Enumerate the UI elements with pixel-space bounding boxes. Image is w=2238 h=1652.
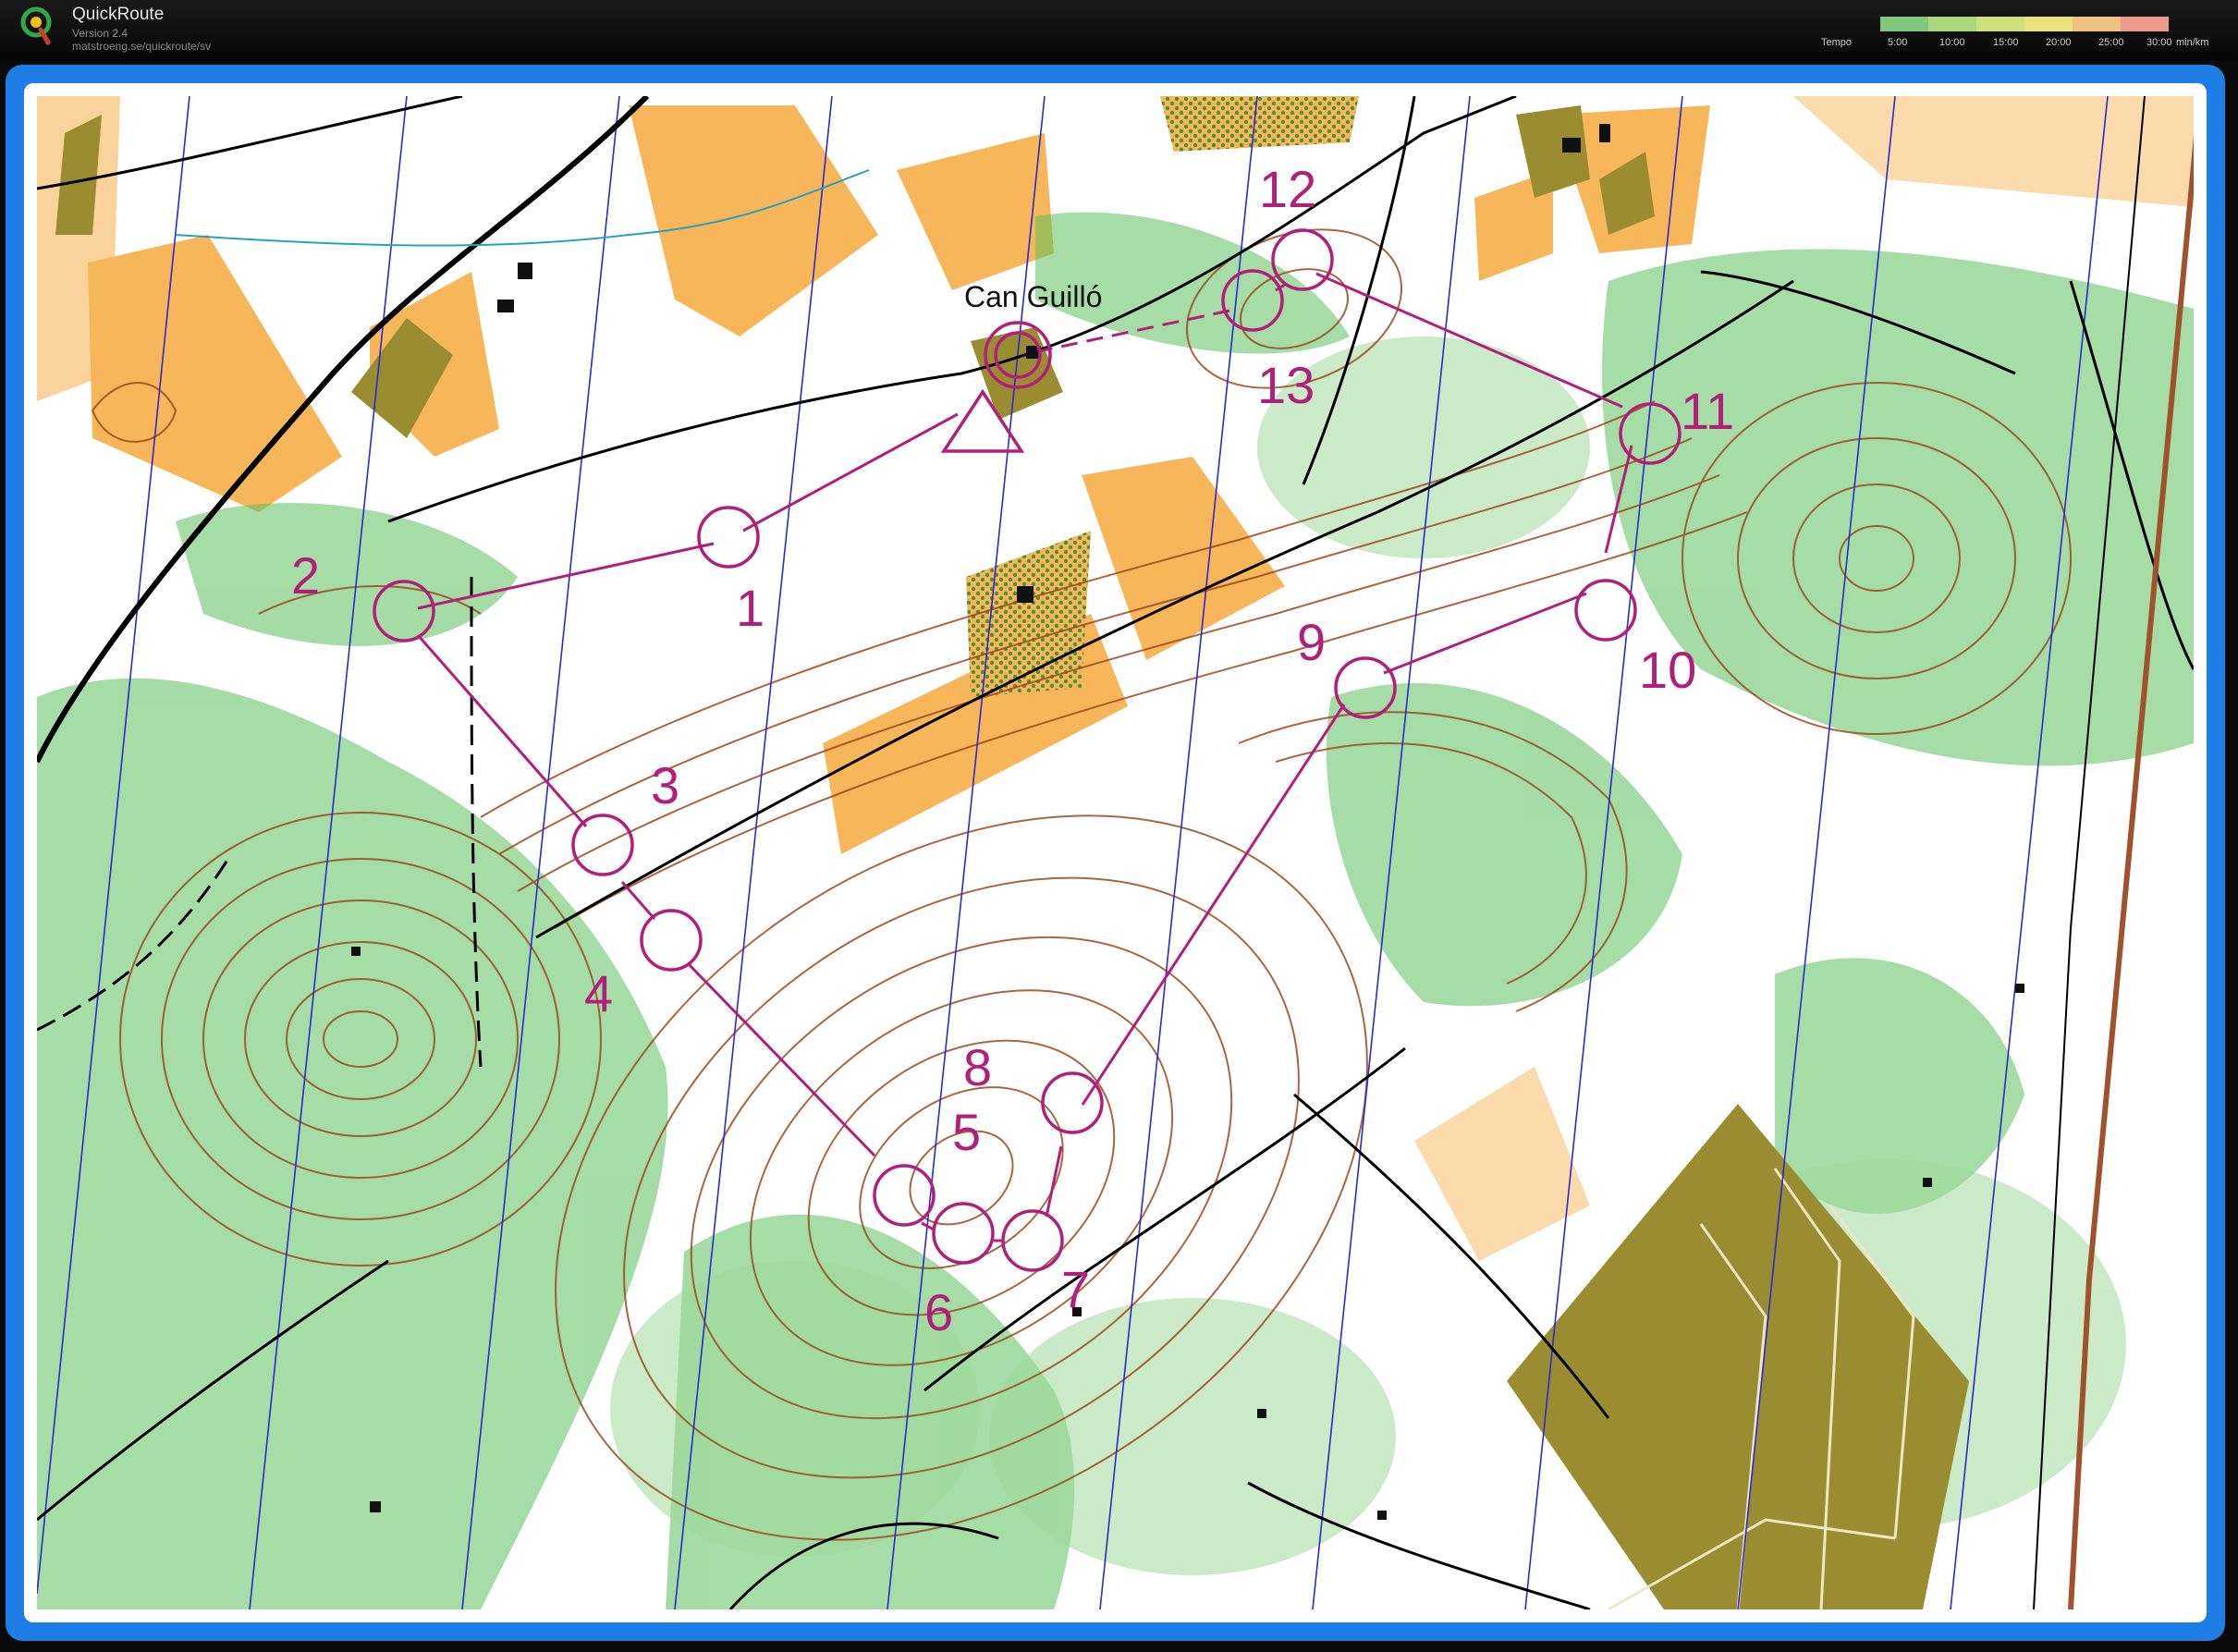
open-field <box>1793 96 2194 207</box>
pace-tick: 5:00 <box>1888 37 1908 48</box>
control-10[interactable] <box>1574 579 1637 642</box>
pace-color-segment <box>2121 17 2169 31</box>
control-12[interactable] <box>1271 228 1334 291</box>
control-4[interactable] <box>640 909 703 972</box>
control-number: 6 <box>924 1283 953 1341</box>
pace-color-segment <box>2024 17 2073 31</box>
course-leg <box>620 881 656 920</box>
control-number: 11 <box>1681 382 1734 440</box>
open-field <box>1082 457 1285 660</box>
control-number: 10 <box>1639 641 1696 699</box>
building <box>1562 138 1581 153</box>
place-name-label: Can Guilló <box>964 280 1102 313</box>
title-bar: QuickRoute Version 2.4 matstroeng.se/qui… <box>0 0 2238 61</box>
course-leg <box>742 412 959 532</box>
map-frame-inner: 1 2 3 4 5 6 7 8 9 10 11 12 13 Can Guilló <box>24 83 2207 1622</box>
open-field <box>1414 1067 1590 1261</box>
control-6[interactable] <box>932 1202 995 1265</box>
control-number: 2 <box>291 546 320 605</box>
building <box>1923 1178 1932 1187</box>
app-name: QuickRoute <box>72 5 165 24</box>
control-number: 3 <box>651 756 679 814</box>
app-url: matstroeng.se/quickroute/sv <box>72 40 212 53</box>
building <box>1017 586 1033 603</box>
pace-unit: min/km <box>2176 37 2209 48</box>
building <box>1257 1409 1266 1418</box>
pace-tick: 15:00 <box>1993 37 2019 48</box>
pace-color-segment <box>2073 17 2122 31</box>
pace-legend-title: Tempo <box>1821 37 1853 48</box>
forest-patch <box>989 1298 1396 1575</box>
course-leg <box>687 962 876 1157</box>
control-number: 1 <box>736 579 764 637</box>
map-canvas[interactable]: 1 2 3 4 5 6 7 8 9 10 11 12 13 Can Guilló <box>37 96 2194 1609</box>
app-version: Version 2.4 <box>72 27 128 40</box>
pace-color-segment <box>1976 17 2025 31</box>
pace-color-bar <box>1880 17 2169 31</box>
control-number: 4 <box>584 964 613 1022</box>
building <box>497 300 514 312</box>
course-leg <box>1045 1145 1063 1218</box>
open-field <box>88 235 342 512</box>
pace-color-segment <box>1928 17 1977 31</box>
forest-area <box>176 503 518 646</box>
building <box>370 1501 381 1512</box>
pace-legend: Tempo 5:00 10:00 15:00 20:00 25:00 30:00… <box>1821 13 2219 54</box>
pace-tick: 25:00 <box>2098 37 2124 48</box>
pace-tick: 10:00 <box>1939 37 1965 48</box>
orienteering-map[interactable]: 1 2 3 4 5 6 7 8 9 10 11 12 13 Can Guilló <box>37 96 2194 1609</box>
dotted-area <box>1160 96 1359 152</box>
building <box>1377 1511 1387 1520</box>
control-number: 12 <box>1259 160 1316 218</box>
open-field <box>897 133 1054 290</box>
control-number: 8 <box>963 1038 992 1096</box>
map-frame: 1 2 3 4 5 6 7 8 9 10 11 12 13 Can Guilló <box>6 65 2225 1641</box>
control-number: 13 <box>1257 356 1315 414</box>
course-leg <box>1081 704 1346 1106</box>
pace-tick: 20:00 <box>2046 37 2072 48</box>
pace-tick: 30:00 <box>2146 37 2172 48</box>
building <box>2015 984 2024 993</box>
building <box>1599 124 1610 142</box>
building <box>351 947 361 956</box>
pace-color-segment <box>1880 17 1929 31</box>
building <box>518 263 532 279</box>
olive-field <box>971 327 1063 420</box>
control-number: 9 <box>1297 613 1326 671</box>
control-5[interactable] <box>873 1164 936 1227</box>
quickroute-logo-icon <box>20 6 52 45</box>
control-1[interactable] <box>697 506 760 569</box>
control-number: 7 <box>1061 1260 1090 1318</box>
control-8[interactable] <box>1041 1071 1104 1134</box>
control-number: 5 <box>952 1103 981 1161</box>
open-field <box>629 105 878 337</box>
